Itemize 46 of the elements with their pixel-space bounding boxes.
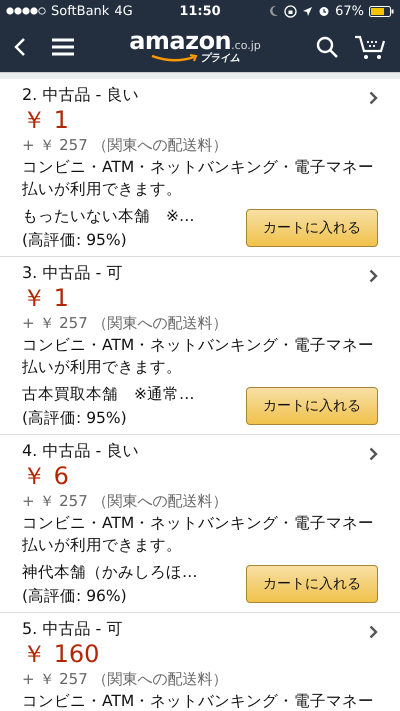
shipping-fee: + ￥ 257 （関東への配送料） bbox=[22, 491, 229, 512]
price: ￥ 6 bbox=[22, 462, 70, 490]
menu-icon[interactable] bbox=[52, 38, 74, 56]
listing-title[interactable]: 4. 中古品 - 良い bbox=[22, 440, 378, 462]
shipping-fee: + ￥ 257 （関東への配送料） bbox=[22, 669, 229, 690]
rotation-lock-icon bbox=[284, 4, 298, 18]
search-icon[interactable] bbox=[316, 36, 338, 58]
seller-rating: (高評価: 95%) bbox=[22, 408, 128, 429]
payment-text: コンビニ・ATM・ネットバンキング・電子マネー bbox=[22, 513, 376, 534]
shipping-fee: + ￥ 257 （関東への配送料） bbox=[22, 313, 229, 334]
location-icon bbox=[302, 6, 314, 16]
payment-text: 払いが利用できます。 bbox=[22, 179, 183, 200]
chevron-icon[interactable] bbox=[369, 625, 378, 639]
payment-text: コンビニ・ATM・ネットバンキング・電子マネー bbox=[22, 691, 376, 711]
seller-rating: (高評価: 95%) bbox=[22, 230, 128, 251]
clock: 11:50 bbox=[179, 4, 221, 18]
payment-text: 払いが利用できます。 bbox=[22, 357, 183, 378]
seller-name[interactable]: 古本買取本舗 ※通常… bbox=[22, 382, 194, 406]
chevron-icon[interactable] bbox=[369, 91, 378, 105]
moon-icon bbox=[269, 5, 280, 17]
carrier-name: SoftBank bbox=[51, 4, 110, 18]
back-icon[interactable] bbox=[14, 37, 26, 57]
payment-text: コンビニ・ATM・ネットバンキング・電子マネー bbox=[22, 157, 376, 178]
seller-name[interactable]: 神代本舗（かみしろほ… bbox=[22, 560, 198, 584]
price: ￥ 1 bbox=[22, 284, 70, 312]
signal-icon bbox=[6, 7, 46, 15]
add-to-cart-button[interactable]: カートに入れる bbox=[246, 565, 378, 603]
price: ￥ 160 bbox=[22, 640, 100, 668]
battery-percent: 67% bbox=[335, 4, 364, 18]
cart-icon[interactable] bbox=[354, 34, 386, 60]
price: ￥ 1 bbox=[22, 106, 70, 134]
listing-title[interactable]: 5. 中古品 - 可 bbox=[22, 618, 378, 640]
listing-title[interactable]: 3. 中古品 - 可 bbox=[22, 262, 378, 284]
listing-title[interactable]: 2. 中古品 - 良い bbox=[22, 84, 378, 106]
chevron-icon[interactable] bbox=[369, 269, 378, 283]
add-to-cart-button[interactable]: カートに入れる bbox=[246, 209, 378, 247]
alarm-icon bbox=[318, 5, 330, 17]
add-to-cart-button[interactable]: カートに入れる bbox=[246, 387, 378, 425]
shipping-fee: + ￥ 257 （関東への配送料） bbox=[22, 135, 229, 156]
seller-name[interactable]: もったいない本舗 ※… bbox=[22, 204, 194, 228]
seller-rating: (高評価: 96%) bbox=[22, 586, 128, 607]
chevron-icon[interactable] bbox=[369, 447, 378, 461]
network-type: 4G bbox=[114, 4, 133, 18]
payment-text: コンビニ・ATM・ネットバンキング・電子マネー bbox=[22, 335, 376, 356]
battery-icon bbox=[369, 6, 394, 16]
payment-text: 払いが利用できます。 bbox=[22, 535, 183, 556]
